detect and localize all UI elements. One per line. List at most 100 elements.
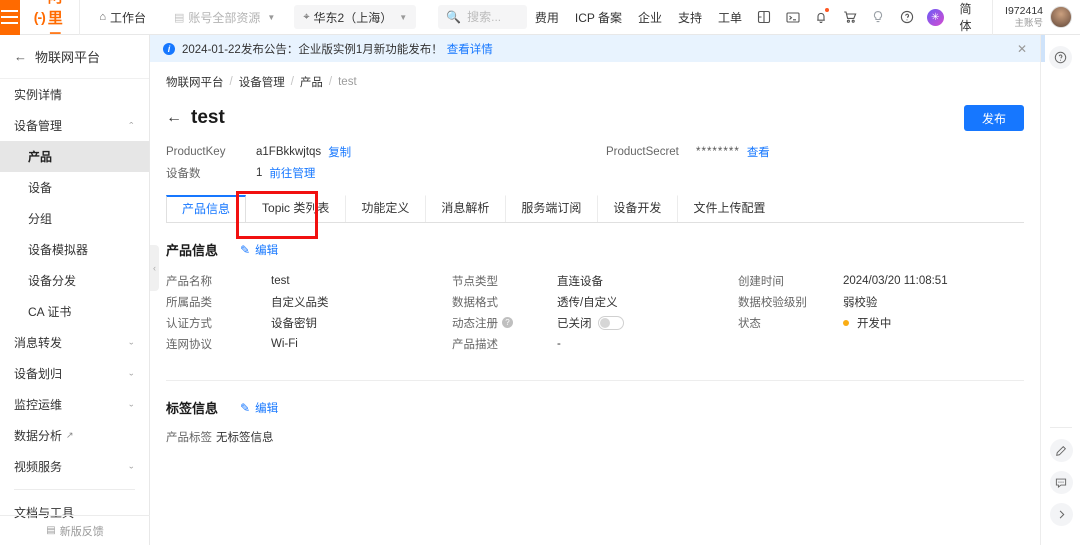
sidebar-item-ca-certificate[interactable]: CA 证书 [0,296,149,327]
device-count-label: 设备数 [166,167,201,180]
sidebar-item-label: 设备分发 [28,274,77,288]
tab-message-parsing[interactable]: 消息解析 [425,195,506,222]
help-tooltip-icon[interactable]: ? [501,317,513,328]
help-circle-icon[interactable] [896,5,919,29]
sidebar-feedback-button[interactable]: ▤ 新版反馈 [0,515,150,545]
tab-bar: 产品信息 Topic 类列表 功能定义 消息解析 服务端订阅 设备开发 文件上传… [166,191,1024,239]
bulb-icon[interactable] [867,5,890,29]
sidebar-item-data-analysis[interactable]: 数据分析 ↗ [0,420,149,451]
sidebar-item-label: 视频服务 [14,460,63,474]
header-link-support[interactable]: 支持 [670,9,710,26]
chevron-down-icon: ▼ [399,12,408,22]
resources-selector[interactable]: ▤ 账号全部资源 ▼ [165,5,284,29]
announcement-detail-link[interactable]: 查看详情 [447,41,493,57]
sidebar-group-message-forwarding[interactable]: 消息转发 ⌄ [0,327,149,358]
dynamic-registration-toggle[interactable] [598,315,625,330]
tab-file-upload-config[interactable]: 文件上传配置 [677,195,782,222]
view-secret-link[interactable]: 查看 [747,144,770,160]
header-link-icp[interactable]: ICP 备案 [567,9,630,26]
language-selector[interactable]: 简体 [950,0,993,34]
chevron-down-icon: ▼ [267,12,276,22]
breadcrumb-item-device-management[interactable]: 设备管理 [239,74,285,90]
edit-product-info-button[interactable]: ✎ 编辑 [240,242,278,258]
sidebar-item-devices[interactable]: 设备 [0,172,149,203]
sidebar-group-video-service[interactable]: 视频服务 ⌄ [0,451,149,482]
field-label: 创建时间 [737,275,784,288]
field-label: 连网协议 [166,338,212,351]
field-value: 设备密钥 [271,317,317,330]
console-terminal-icon[interactable] [782,5,805,29]
tab-product-info[interactable]: 产品信息 [166,195,247,222]
tag-info-title: 标签信息 [166,401,219,416]
resources-label: 账号全部资源 [188,10,261,25]
feedback-icon: ▤ [46,525,56,536]
sidebar-item-label: 分组 [28,212,53,226]
sidebar-group-device-management[interactable]: 设备管理 ⌃ [0,110,149,141]
field-value: 弱校验 [842,296,878,309]
sidebar-group-device-assignment[interactable]: 设备划归 ⌄ [0,358,149,389]
field-value: Wi-Fi [271,337,298,350]
sidebar-item-groups[interactable]: 分组 [0,203,149,234]
publish-button[interactable]: 发布 [963,105,1024,131]
field-node-type: 节点类型 直连设备 [452,270,738,291]
hamburger-menu-icon[interactable] [0,0,20,35]
sidebar-item-device-distribution[interactable]: 设备分发 [0,265,149,296]
edit-tag-info-button[interactable]: ✎ 编辑 [240,400,278,416]
field-product-description: 产品描述 - [452,333,738,354]
close-icon[interactable]: ✕ [1017,42,1027,56]
search-input[interactable] [467,10,519,24]
right-rail [1040,35,1080,545]
pencil-icon: ✎ [240,242,251,257]
breadcrumb-item-iot-platform[interactable]: 物联网平台 [166,74,224,90]
app-switch-icon[interactable] [753,5,776,29]
sidebar-item-products[interactable]: 产品 [0,141,149,172]
field-value: 自定义品类 [271,296,329,309]
external-link-icon: ↗ [66,430,74,440]
tag-info-header: 标签信息 ✎ 编辑 [166,398,1024,417]
sidebar-item-label: 设备 [28,181,53,195]
expand-chevron-icon[interactable] [1049,503,1073,526]
region-selector[interactable]: ⌖ 华东2（上海） ▼ [294,5,417,29]
cart-icon[interactable] [839,5,862,29]
announcement-banner: i 2024-01-22发布公告：企业版实例1月新功能发布！ 查看详情 ✕ [150,35,1040,62]
header-link-billing[interactable]: 费用 [527,9,567,26]
tab-topic-list[interactable]: Topic 类列表 [246,195,346,222]
header-link-ticket[interactable]: 工单 [710,9,750,26]
field-validation-level: 数据校验级别 弱校验 [738,291,1024,312]
aliyun-logo[interactable]: (-) 阿里云 [20,0,81,48]
global-search[interactable]: 🔍 [438,5,527,29]
chat-icon[interactable] [1049,471,1073,494]
breadcrumb-item-current: test [338,76,357,88]
tab-function-definition[interactable]: 功能定义 [345,195,426,222]
breadcrumb-separator: / [290,76,294,88]
product-key-value: a1FBkkwjtqs [256,145,322,158]
account-menu[interactable]: I972414 主账号 [992,0,1080,35]
workbench-nav[interactable]: ⌂ 工作台 [90,5,155,29]
product-info-column-3: 创建时间 2024/03/20 11:08:51 数据校验级别 弱校验 状态 开… [738,270,1024,354]
region-label: 华东2（上海） [313,10,393,25]
arrow-left-icon: ← [14,49,27,64]
tab-server-subscription[interactable]: 服务端订阅 [505,195,598,222]
sidebar-back-title[interactable]: ← 物联网平台 [0,35,149,79]
ai-assistant-icon[interactable]: ✳ [924,5,947,29]
sidebar-item-instance-detail[interactable]: 实例详情 [0,79,149,110]
bell-icon[interactable] [810,5,833,29]
product-secret-value: ******** [696,145,740,158]
ai-assistant-badge: ✳ [926,8,944,26]
sidebar-item-device-simulator[interactable]: 设备模拟器 [0,234,149,265]
go-to-manage-link[interactable]: 前往管理 [269,165,315,181]
field-label: 产品描述 [451,338,498,351]
field-data-format: 数据格式 透传/自定义 [452,291,738,312]
field-label: 所属品类 [166,296,212,309]
feedback-pen-icon[interactable] [1049,439,1073,462]
sidebar-collapse-handle[interactable]: ‹ [150,245,159,291]
header-link-enterprise[interactable]: 企业 [630,9,670,26]
sidebar-group-monitoring[interactable]: 监控运维 ⌄ [0,389,149,420]
aliyun-logo-mark: (-) [33,9,46,25]
avatar[interactable] [1050,6,1073,28]
breadcrumb-item-products[interactable]: 产品 [300,74,323,90]
help-circle-icon[interactable] [1049,46,1072,69]
back-arrow-icon[interactable]: ← [166,109,182,127]
copy-product-key-link[interactable]: 复制 [328,144,351,160]
tab-device-development[interactable]: 设备开发 [597,195,678,222]
